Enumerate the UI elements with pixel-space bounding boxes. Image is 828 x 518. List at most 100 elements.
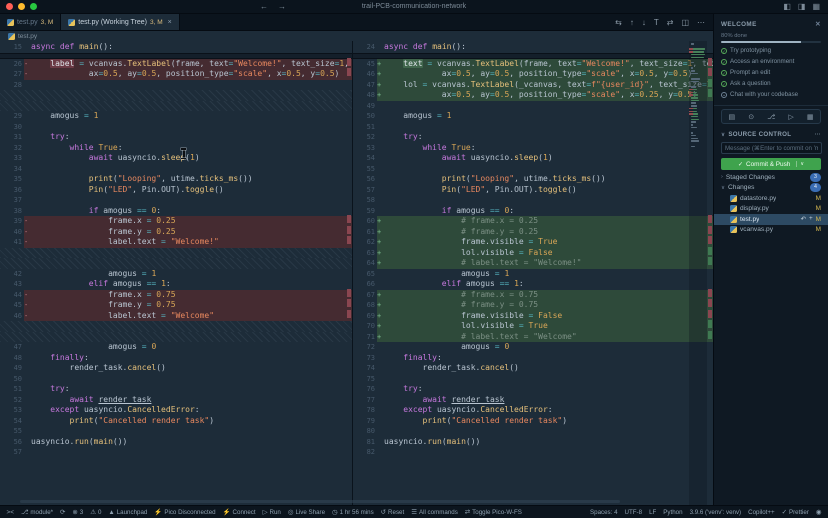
statusbar-indentation[interactable]: Spaces: 4 xyxy=(587,506,622,518)
statusbar-remote-indicator[interactable]: >< xyxy=(3,506,17,518)
commit-dropdown-icon[interactable]: ∨ xyxy=(796,161,804,167)
statusbar-prettier[interactable]: ✓Prettier xyxy=(778,506,812,518)
code-line[interactable]: 48 finally: xyxy=(0,353,352,364)
close-icon[interactable]: ✕ xyxy=(815,20,821,28)
code-line[interactable]: 73 finally: xyxy=(353,353,713,364)
statusbar-warnings[interactable]: ⚠0 xyxy=(87,506,105,518)
statusbar-run[interactable]: ▷Run xyxy=(259,506,284,518)
code-line[interactable]: 34 xyxy=(0,164,352,175)
code-line[interactable]: 59 if amogus == 0: xyxy=(353,206,713,217)
code-line[interactable]: 47 amogus = 0 xyxy=(0,342,352,353)
diff-original-pane[interactable]: 15 async def main():26- label = vcanvas.… xyxy=(0,41,353,505)
breadcrumb[interactable]: test.py xyxy=(0,31,713,41)
code-line[interactable]: 75 xyxy=(353,374,713,385)
code-line[interactable]: 51 xyxy=(353,122,713,133)
code-line[interactable]: 33 await uasyncio.sleep(1) xyxy=(0,153,352,164)
code-line[interactable]: 46+ ax=0.5, ay=0.5, position_type="scale… xyxy=(353,69,713,80)
code-line[interactable]: 61+ # frame.y = 0.25 xyxy=(353,227,713,238)
code-line[interactable]: 60+ # frame.x = 0.25 xyxy=(353,216,713,227)
statusbar-interpreter[interactable]: 3.9.6 ('venv': venv) xyxy=(686,506,745,518)
code-line[interactable]: 56 print("Looping", utime.ticks_ms()) xyxy=(353,174,713,185)
code-line[interactable]: 28 xyxy=(0,80,352,91)
code-line[interactable]: 63+ lol.visible = False xyxy=(353,248,713,259)
code-line[interactable]: 47+ lol = vcanvas.TextLabel(_vcanvas, te… xyxy=(353,80,713,91)
code-line[interactable]: 74 render_task.cancel() xyxy=(353,363,713,374)
code-line[interactable]: 57 Pin("LED", Pin.OUT).toggle() xyxy=(353,185,713,196)
code-line[interactable]: 79 print("Cancelled render task") xyxy=(353,416,713,427)
toggle-whitespace-icon[interactable]: T xyxy=(654,18,659,27)
code-line[interactable]: 42 amogus = 1 xyxy=(0,269,352,280)
welcome-checklist-item[interactable]: ✓Ask a question xyxy=(721,80,821,87)
code-line[interactable]: 70+ lol.visible = True xyxy=(353,321,713,332)
code-line[interactable]: 64+ # label.text = "Welcome!" xyxy=(353,258,713,269)
statusbar-launchpad[interactable]: ▲Launchpad xyxy=(105,506,151,518)
split-editor-icon[interactable]: ◫ xyxy=(681,18,689,27)
scm-file-row[interactable]: datastore.pyM xyxy=(714,193,828,204)
code-line[interactable]: 37 xyxy=(0,195,352,206)
code-line[interactable]: 66 elif amogus == 1: xyxy=(353,279,713,290)
welcome-checklist-item[interactable]: ✓Access an environment xyxy=(721,58,821,65)
panel-source-control-icon[interactable]: ⎇ xyxy=(767,113,775,121)
code-line[interactable]: 53 while True: xyxy=(353,143,713,154)
code-line[interactable]: 48+ ax=0.5, ay=0.5, position_type="scale… xyxy=(353,90,713,101)
code-line[interactable]: 69+ frame.visible = False xyxy=(353,311,713,322)
code-line[interactable]: 50 xyxy=(0,374,352,385)
customize-layout-icon[interactable]: ▦ xyxy=(812,2,820,11)
code-line[interactable]: 81 uasyncio.run(main()) xyxy=(353,437,713,448)
statusbar-all-commands[interactable]: ☰All commands xyxy=(408,506,462,518)
scm-file-row[interactable]: test.py↶+M xyxy=(714,214,828,225)
statusbar-reset[interactable]: ↺Reset xyxy=(377,506,408,518)
panel-extensions-icon[interactable]: ▦ xyxy=(807,113,814,121)
code-line[interactable]: 38 if amogus == 0: xyxy=(0,206,352,217)
code-line[interactable]: 52 await render_task xyxy=(0,395,352,406)
welcome-checklist-item[interactable]: •Chat with your codebase xyxy=(721,91,821,98)
code-line[interactable]: 49 render_task.cancel() xyxy=(0,363,352,374)
statusbar-errors[interactable]: ⊗3 xyxy=(69,506,87,518)
scm-group-staged-changes[interactable]: ›Staged Changes3 xyxy=(714,172,828,183)
code-line[interactable]: 43 elif amogus == 1: xyxy=(0,279,352,290)
code-line[interactable]: 57 xyxy=(0,447,352,458)
close-icon[interactable]: × xyxy=(168,19,172,26)
code-line[interactable]: 78 except uasyncio.CancelledError: xyxy=(353,405,713,416)
code-line[interactable]: 68+ # frame.y = 0.75 xyxy=(353,300,713,311)
open-changes-icon[interactable]: ⇆ xyxy=(615,18,622,27)
code-line[interactable]: 67+ # frame.x = 0.75 xyxy=(353,290,713,301)
scm-file-row[interactable]: vcanvas.pyM xyxy=(714,225,828,236)
statusbar-pico-connect[interactable]: ⚡Connect xyxy=(219,506,259,518)
statusbar-pico-status[interactable]: ⚡Pico Disconnected xyxy=(151,506,219,518)
scm-group-changes[interactable]: ∨Changes4 xyxy=(714,183,828,194)
panel-search-icon[interactable]: ⊙ xyxy=(748,113,754,121)
code-line[interactable]: 49 xyxy=(353,101,713,112)
code-line[interactable]: 65 amogus = 1 xyxy=(353,269,713,280)
statusbar-copilot[interactable]: Copilot++ xyxy=(745,506,779,518)
code-line[interactable]: 54 await uasyncio.sleep(1) xyxy=(353,153,713,164)
source-control-header[interactable]: ∨ SOURCE CONTROL ⋯ xyxy=(714,127,828,140)
code-line[interactable]: 29 amogus = 1 xyxy=(0,111,352,122)
discard-changes-icon[interactable]: ↶ xyxy=(801,215,806,223)
statusbar-language-python[interactable]: Python xyxy=(660,506,686,518)
code-line[interactable]: 80 xyxy=(353,426,713,437)
code-line[interactable]: 72 amogus = 0 xyxy=(353,342,713,353)
welcome-checklist-item[interactable]: ✓Prompt an edit xyxy=(721,69,821,76)
nav-back-icon[interactable]: ← xyxy=(260,2,268,11)
minimize-window-button[interactable] xyxy=(18,3,25,10)
breadcrumb-file[interactable]: test.py xyxy=(18,33,37,40)
editor-tab[interactable]: test.py3, M xyxy=(0,14,61,30)
welcome-checklist-item[interactable]: ✓Try prototyping xyxy=(721,47,821,54)
next-change-icon[interactable]: ↓ xyxy=(642,18,646,27)
code-line[interactable]: 44- frame.x = 0.75 xyxy=(0,290,352,301)
zoom-window-button[interactable] xyxy=(30,3,37,10)
code-line[interactable]: 50 amogus = 1 xyxy=(353,111,713,122)
previous-change-icon[interactable]: ↑ xyxy=(630,18,634,27)
code-line[interactable]: 45- frame.y = 0.75 xyxy=(0,300,352,311)
code-line[interactable]: 27- ax=0.5, ay=0.5, position_type="scale… xyxy=(0,69,352,80)
toggle-panel-icon[interactable]: ◧ xyxy=(783,2,791,11)
statusbar-git-branch[interactable]: ⎇module* xyxy=(17,506,56,518)
code-line[interactable]: 77 await render_task xyxy=(353,395,713,406)
code-line[interactable]: 82 xyxy=(353,447,713,458)
code-line[interactable]: 36 Pin("LED", Pin.OUT).toggle() xyxy=(0,185,352,196)
more-actions-icon[interactable]: ⋯ xyxy=(697,18,705,27)
more-actions-icon[interactable]: ⋯ xyxy=(815,131,822,138)
scm-file-row[interactable]: display.pyM xyxy=(714,204,828,215)
close-window-button[interactable] xyxy=(6,3,13,10)
